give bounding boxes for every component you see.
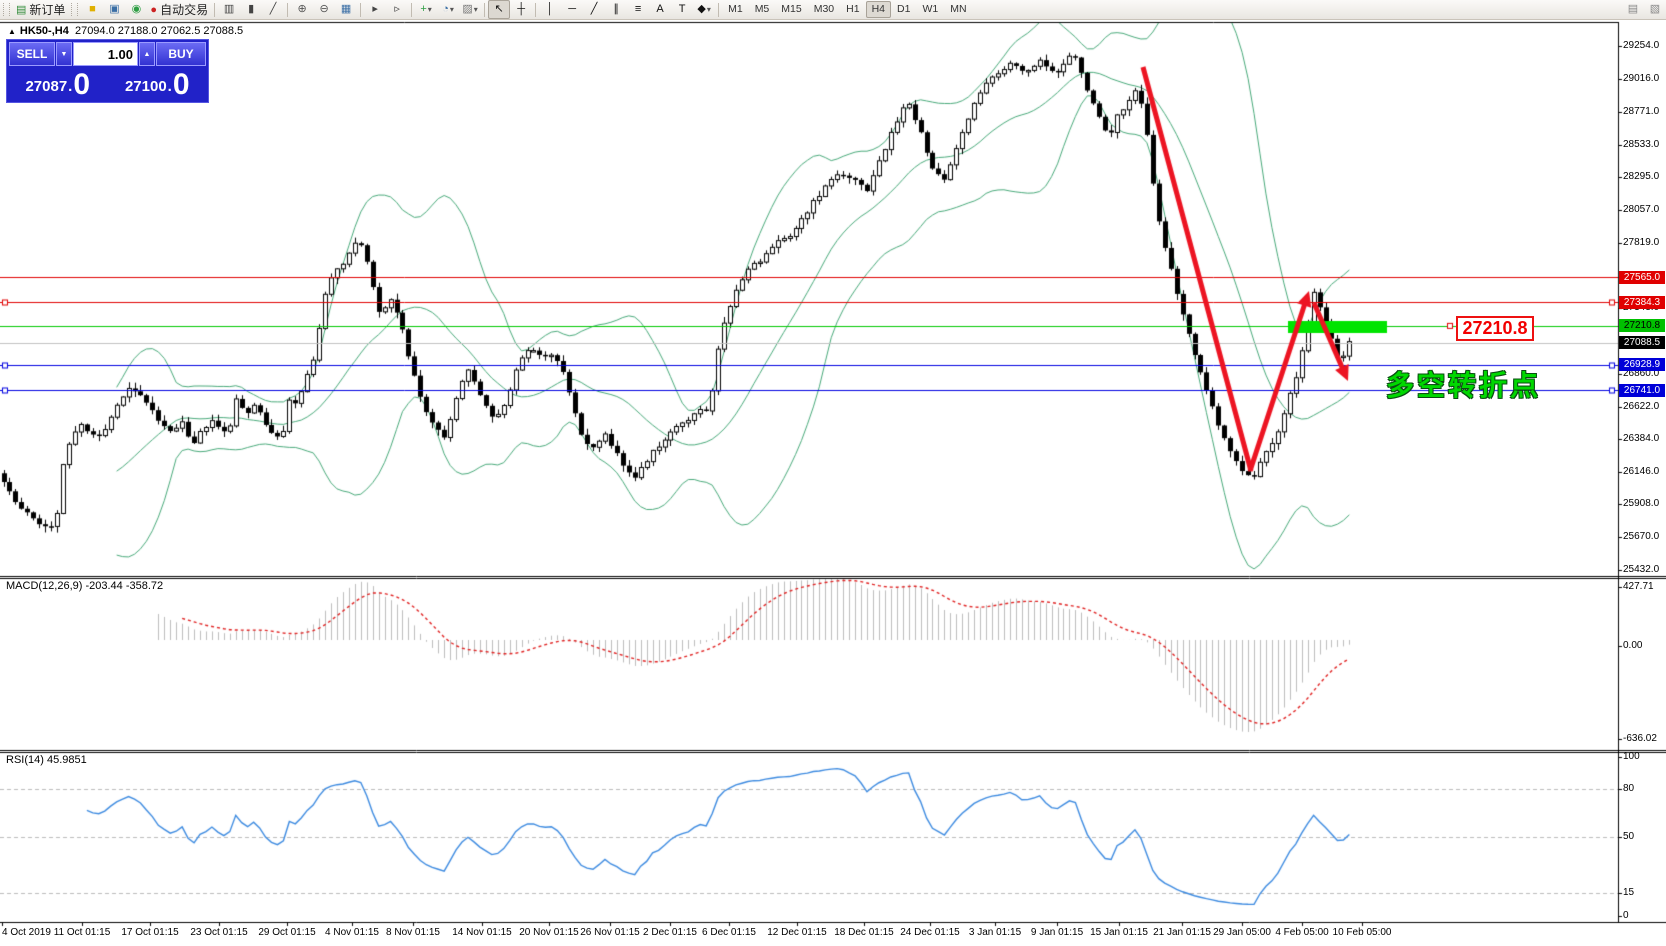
sell-price-dot: . (68, 74, 72, 100)
price-badge: 26928.9 (1619, 358, 1665, 371)
time-label: 17 Oct 01:15 (121, 927, 178, 938)
price-tick: 26622.0 (1623, 401, 1659, 413)
time-label: 29 Oct 01:15 (258, 927, 315, 938)
price-badge: 27384.3 (1619, 296, 1665, 309)
time-label: 4 Nov 01:15 (325, 927, 379, 938)
time-label: 4 Feb 05:00 (1275, 927, 1328, 938)
time-label: 29 Jan 05:00 (1213, 927, 1271, 938)
time-label: 18 Dec 01:15 (834, 927, 894, 938)
sell-button[interactable]: SELL (9, 42, 55, 66)
buy-button[interactable]: BUY (156, 42, 206, 66)
sell-price[interactable]: 27087 . 0 (9, 67, 107, 101)
macd-axis-tick: 0.00 (1623, 640, 1642, 652)
time-label: 23 Oct 01:15 (190, 927, 247, 938)
collapse-icon[interactable]: ▲ (8, 27, 16, 36)
volume-decrement-button[interactable]: ▼ (56, 42, 72, 66)
price-badge: 26741.0 (1619, 384, 1665, 397)
price-tick: 28057.0 (1623, 204, 1659, 216)
rsi-axis-tick: 15 (1623, 887, 1634, 899)
chart-canvas[interactable] (0, 0, 1666, 946)
time-label: 12 Dec 01:15 (767, 927, 827, 938)
macd-axis-tick: 427.71 (1623, 581, 1654, 593)
time-label: 11 Oct 01:15 (54, 927, 111, 938)
price-callout-label[interactable]: 27210.8 (1456, 316, 1534, 341)
price-tick: 27819.0 (1623, 237, 1659, 249)
ohlc-values: 27094.0 27188.0 27062.5 27088.5 (75, 25, 243, 37)
volume-input[interactable]: 1.00 (73, 42, 138, 66)
time-label: 3 Jan 01:15 (969, 927, 1021, 938)
time-label: 4 Oct 2019 (2, 927, 51, 938)
pivot-point-annotation[interactable]: 多空转折点 (1386, 364, 1541, 404)
rsi-axis-tick: 50 (1623, 831, 1634, 843)
price-tick: 25908.0 (1623, 498, 1659, 510)
time-label: 21 Jan 01:15 (1153, 927, 1211, 938)
price-tick: 28533.0 (1623, 139, 1659, 151)
price-tick: 28771.0 (1623, 106, 1659, 118)
time-label: 20 Nov 01:15 (519, 927, 579, 938)
time-label: 8 Nov 01:15 (386, 927, 440, 938)
rsi-axis-tick: 0 (1623, 910, 1629, 922)
buy-price-dot: . (168, 74, 172, 100)
time-label: 14 Nov 01:15 (452, 927, 512, 938)
sell-price-big-digit: 0 (73, 70, 90, 100)
rsi-axis-tick: 80 (1623, 783, 1634, 795)
price-tick: 25432.0 (1623, 564, 1659, 576)
price-badge: 27565.0 (1619, 271, 1665, 284)
buy-price-big-digit: 0 (173, 70, 190, 100)
price-tick: 28295.0 (1623, 171, 1659, 183)
time-label: 26 Nov 01:15 (580, 927, 640, 938)
time-label: 10 Feb 05:00 (1333, 927, 1392, 938)
time-label: 2 Dec 01:15 (643, 927, 697, 938)
mt4-window: ▤新订单■▣◉●自动交易▥▮╱⊕⊖▦▸▹+▾◔▾▨▾↖┼│─╱∥≡AT◆▾M1M… (0, 0, 1666, 946)
symbol-label: HK50-,H4 (20, 25, 69, 37)
rsi-axis-tick: 100 (1623, 751, 1640, 763)
macd-axis-tick: -636.02 (1623, 733, 1657, 745)
time-label: 9 Jan 01:15 (1031, 927, 1083, 938)
price-badge: 27210.8 (1619, 319, 1665, 332)
price-tick: 26146.0 (1623, 466, 1659, 478)
time-label: 6 Dec 01:15 (702, 927, 756, 938)
volume-increment-button[interactable]: ▲ (139, 42, 155, 66)
time-label: 24 Dec 01:15 (900, 927, 960, 938)
price-tick: 25670.0 (1623, 531, 1659, 543)
macd-label: MACD(12,26,9) -203.44 -358.72 (6, 580, 163, 592)
buy-price-main: 27100 (125, 74, 167, 100)
price-tick: 29254.0 (1623, 40, 1659, 52)
rsi-label: RSI(14) 45.9851 (6, 754, 87, 766)
symbol-line: ▲ HK50-,H4 27094.0 27188.0 27062.5 27088.… (8, 25, 243, 37)
price-tick: 29016.0 (1623, 73, 1659, 85)
sell-price-main: 27087 (25, 74, 67, 100)
buy-price[interactable]: 27100 . 0 (109, 67, 207, 101)
price-tick: 26384.0 (1623, 433, 1659, 445)
price-badge: 27088.5 (1619, 336, 1665, 349)
time-label: 15 Jan 01:15 (1090, 927, 1148, 938)
one-click-trading-panel: SELL ▼ 1.00 ▲ BUY 27087 . 0 27100 . 0 (6, 39, 209, 103)
